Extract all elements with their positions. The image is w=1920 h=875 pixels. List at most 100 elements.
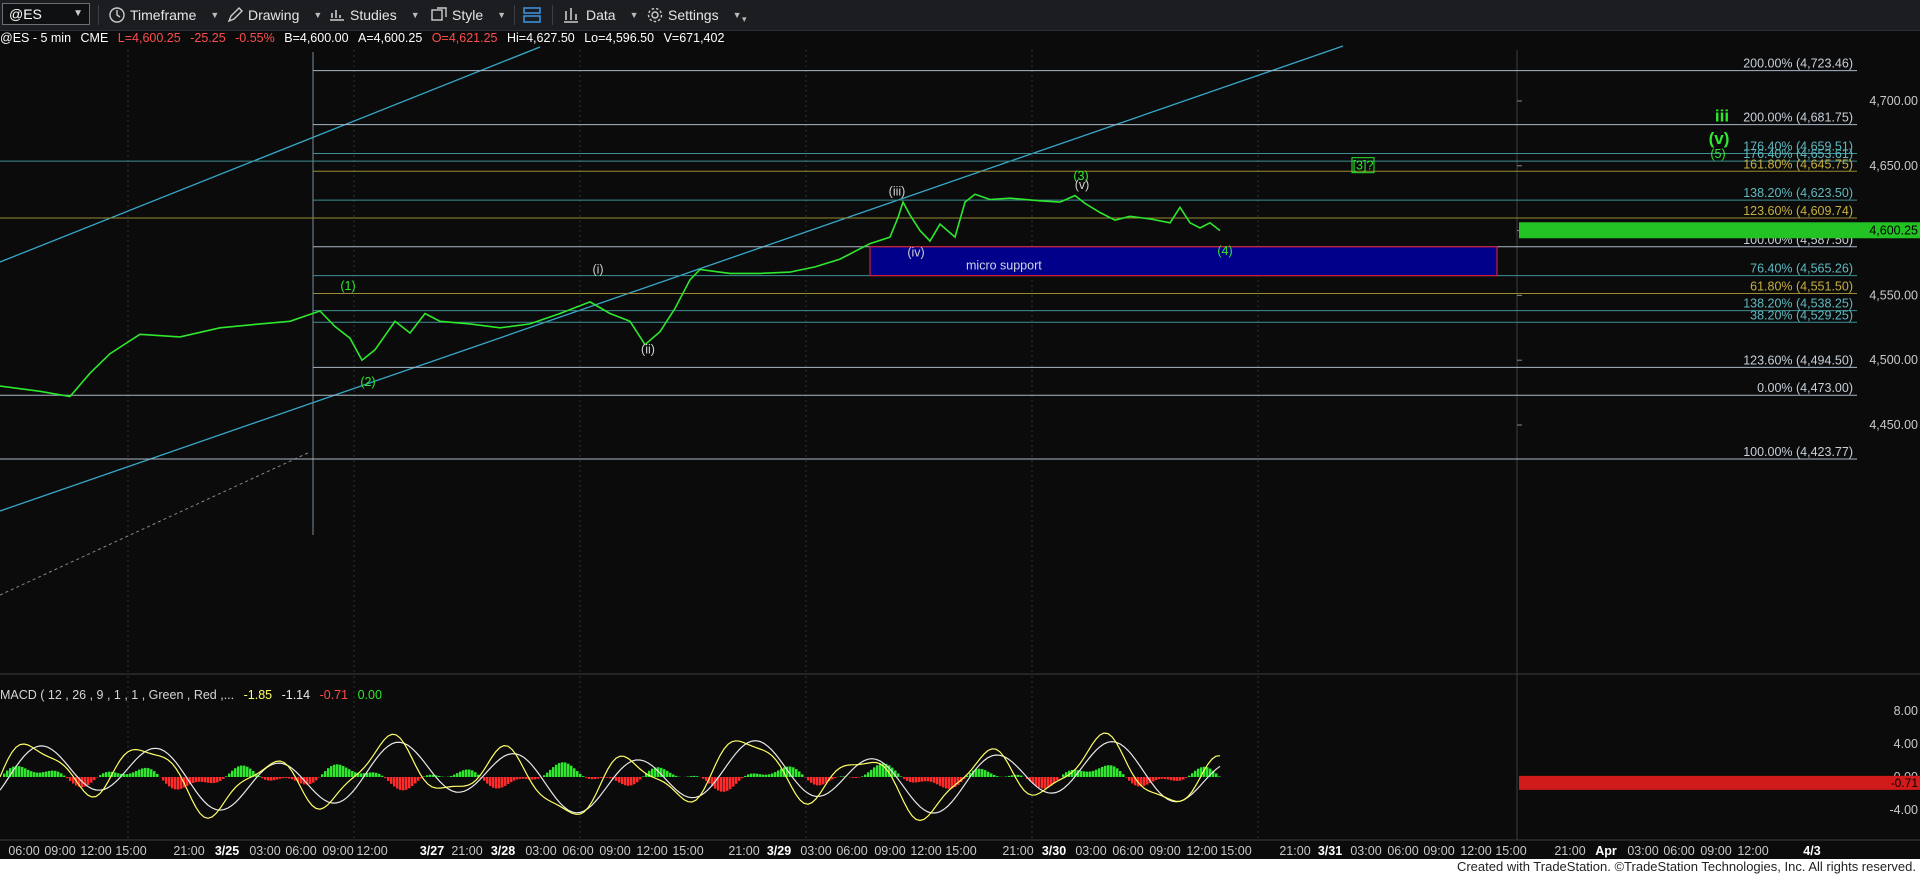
- time-tick-label: 06:00: [1112, 844, 1143, 858]
- macd-histogram-bar: [1176, 777, 1179, 781]
- macd-histogram-bar: [204, 777, 207, 783]
- micro-support-box: [869, 246, 1498, 277]
- drawing-menu[interactable]: Drawing ▼: [226, 4, 322, 26]
- macd-histogram-bar: [174, 777, 177, 790]
- macd-histogram-bar: [573, 768, 576, 777]
- macd-histogram-bar: [936, 777, 939, 785]
- time-tick-label: 03:00: [1075, 844, 1106, 858]
- macd-histogram-bar: [1008, 775, 1011, 777]
- toolbar-overflow[interactable]: ▾: [742, 8, 747, 30]
- macd-histogram-bar: [309, 777, 312, 785]
- macd-histogram-bar: [1152, 777, 1155, 782]
- time-tick-label: 09:00: [322, 844, 353, 858]
- timeframe-menu[interactable]: Timeframe ▼: [108, 4, 219, 26]
- macd-status-line: MACD ( 12 , 26 , 9 , 1 , 1 , Green , Red…: [0, 688, 382, 702]
- macd-histogram-bar: [360, 773, 363, 777]
- macd-histogram-bar: [621, 777, 624, 785]
- macd-histogram-bar: [336, 764, 339, 777]
- macd-histogram-bar: [807, 777, 810, 781]
- time-tick-label: Apr: [1595, 844, 1617, 858]
- macd-histogram-bar: [471, 770, 474, 777]
- macd-histogram-bar: [423, 776, 426, 777]
- dropdown-arrow-icon: ▼: [497, 10, 507, 20]
- macd-histogram-bar: [465, 769, 468, 777]
- macd-histogram-bar: [942, 777, 945, 788]
- time-tick-label: 3/31: [1318, 844, 1342, 858]
- price-chart[interactable]: 200.00% (4,723.46)200.00% (4,681.75)176.…: [0, 31, 1920, 861]
- macd-histogram-bar: [777, 770, 780, 777]
- macd-histogram-bar: [771, 773, 774, 777]
- style-menu[interactable]: Style ▼: [430, 4, 506, 26]
- data-label: Data: [586, 7, 616, 23]
- settings-menu[interactable]: Settings ▼: [646, 4, 742, 26]
- wave-label: (v): [1075, 178, 1090, 192]
- price-line: [0, 193, 1221, 398]
- bar-chart-icon: [564, 8, 578, 23]
- macd-last-label: -0.71: [1891, 776, 1919, 790]
- studies-icon: [330, 10, 344, 21]
- time-tick-label: 21:00: [173, 844, 204, 858]
- layout-button[interactable]: [522, 4, 542, 26]
- time-tick-label: 21:00: [1002, 844, 1033, 858]
- macd-histogram-bar: [819, 777, 822, 786]
- wave-label: (iii): [889, 185, 906, 199]
- macd-histogram-bar: [924, 777, 927, 782]
- dropdown-arrow-icon: ▼: [410, 10, 420, 20]
- macd-histogram-bar: [1095, 769, 1098, 777]
- macd-histogram-bar: [1194, 770, 1197, 777]
- macd-histogram-bar: [1011, 775, 1014, 777]
- macd-histogram-bar: [24, 768, 27, 777]
- macd-axis-label: 4.00: [1894, 737, 1918, 751]
- time-tick-label: 15:00: [1220, 844, 1251, 858]
- macd-zero-value: 0.00: [357, 688, 382, 702]
- chevron-down-icon: ▼: [73, 8, 83, 19]
- fib-label: 200.00% (4,723.46): [1743, 57, 1853, 71]
- macd-histogram-bar: [216, 777, 219, 783]
- data-menu[interactable]: Data ▼: [562, 4, 639, 26]
- time-tick-label: 3/28: [491, 844, 515, 858]
- fib-label: 0.00% (4,473.00): [1757, 381, 1853, 395]
- macd-histogram-bar: [852, 777, 855, 778]
- time-tick-label: 06:00: [836, 844, 867, 858]
- macd-histogram-bar: [531, 777, 534, 780]
- macd-histogram-bar: [426, 775, 429, 777]
- time-tick-label: 06:00: [1663, 844, 1694, 858]
- macd-histogram-bar: [858, 777, 861, 778]
- macd-histogram-bar: [669, 772, 672, 777]
- macd-histogram-bar: [504, 777, 507, 786]
- macd-histogram-bar: [990, 773, 993, 777]
- macd-histogram-bar: [3, 773, 6, 777]
- time-tick-label: 12:00: [1186, 844, 1217, 858]
- macd-histogram-bar: [759, 774, 762, 777]
- macd-histogram-bar: [675, 775, 678, 777]
- macd-histogram-bar: [1080, 770, 1083, 777]
- macd-histogram-bar: [489, 777, 492, 787]
- macd-histogram-bar: [54, 770, 57, 777]
- macd-histogram-bar: [1110, 765, 1113, 777]
- macd-histogram-bar: [984, 770, 987, 777]
- macd-histogram-bar: [93, 777, 96, 781]
- macd-histogram-bar: [381, 775, 384, 777]
- time-tick-label: 21:00: [1279, 844, 1310, 858]
- macd-histogram-bar: [102, 773, 105, 777]
- macd-histogram-bar: [642, 776, 645, 777]
- time-tick-label: 09:00: [599, 844, 630, 858]
- macd-histogram-bar: [267, 777, 270, 781]
- macd-histogram-bar: [66, 777, 69, 779]
- macd-histogram-bar: [774, 772, 777, 777]
- macd-histogram-bar: [387, 777, 390, 781]
- symbol-selector[interactable]: @ES ▼: [2, 3, 90, 25]
- price-tick-label: 4,450.00: [1869, 418, 1918, 432]
- window-layout-icon: [523, 7, 541, 23]
- pencil-icon: [227, 7, 243, 23]
- price-tick-label: 4,700.00: [1869, 94, 1918, 108]
- macd-histogram-bar: [639, 777, 642, 780]
- time-tick-label: 3/30: [1042, 844, 1066, 858]
- macd-histogram-bar: [798, 771, 801, 777]
- macd-axis-label: -4.00: [1890, 803, 1919, 817]
- studies-menu[interactable]: Studies ▼: [328, 4, 420, 26]
- macd-histogram-bar: [150, 769, 153, 777]
- macd-histogram-bar: [525, 777, 528, 779]
- macd-histogram-bar: [606, 777, 609, 778]
- time-tick-label: 06:00: [285, 844, 316, 858]
